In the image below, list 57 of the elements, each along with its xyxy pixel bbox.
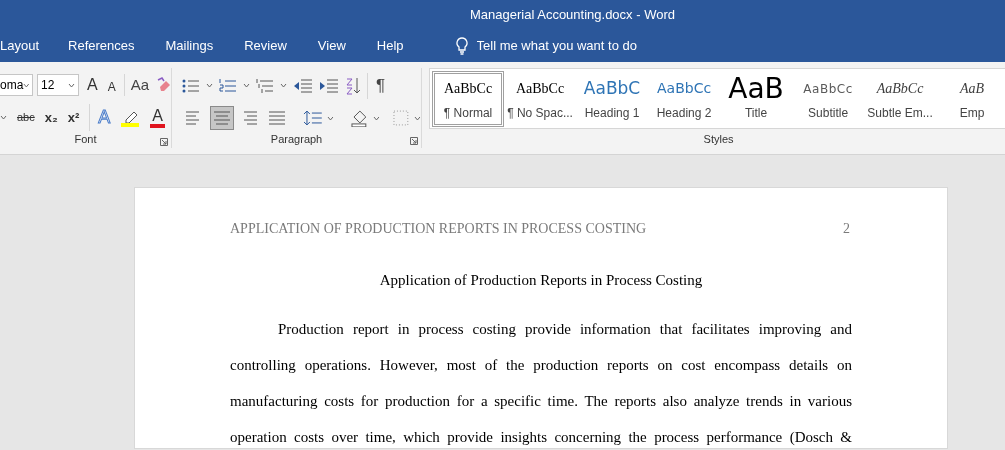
search-field[interactable]: Tell me what you want to do <box>476 36 677 56</box>
superscript-button[interactable]: x² <box>67 107 80 128</box>
style-option[interactable]: AaBbCc Subtle Em... <box>864 70 937 127</box>
caret-icon[interactable] <box>326 115 334 121</box>
paragraph-line: controlling operations. However, most of the production reports on cost encompass details on <box>230 355 852 375</box>
paragraph-line: Production report in process costing provide information that facilitates improving and <box>278 319 852 339</box>
dialog-launcher-icon[interactable] <box>160 137 169 146</box>
change-case-button[interactable]: Aa <box>123 73 150 97</box>
menu-tab[interactable]: Mailings <box>163 36 216 56</box>
decrease-indent-icon[interactable] <box>293 77 314 94</box>
numbered-list-icon[interactable] <box>219 77 238 94</box>
style-option[interactable]: AaBbCc ¶ No Spac... <box>504 70 577 127</box>
lightbulb-icon[interactable] <box>454 37 469 55</box>
caret-icon[interactable] <box>23 82 30 88</box>
font-color-button[interactable]: A <box>150 107 165 128</box>
document-title: Application of Production Reports in Process Costing <box>379 272 703 288</box>
group-label: Paragraph <box>270 131 323 147</box>
sort-icon[interactable] <box>345 76 362 95</box>
menu-tab[interactable]: Review <box>242 36 289 56</box>
menu-tab[interactable]: Help <box>374 36 406 56</box>
caret-icon[interactable] <box>414 115 422 121</box>
bullet-list-icon[interactable] <box>182 77 201 94</box>
caret-icon[interactable] <box>206 83 214 89</box>
subscript-button[interactable]: x₂ <box>44 107 58 128</box>
paragraph-line: operation costs over time, which provide insights concerning the process performance (Dosch & <box>230 427 852 447</box>
group-label: Styles <box>703 131 734 147</box>
page-header: APPLICATION OF PRODUCTION REPORTS IN PROCESS COSTING <box>230 220 647 238</box>
multilevel-list-icon[interactable] <box>256 77 275 94</box>
style-option[interactable]: AaB Title <box>720 70 793 127</box>
caret-icon[interactable] <box>373 115 381 121</box>
window-title: Managerial Accounting.docx - Word <box>470 6 675 25</box>
line-spacing-icon[interactable] <box>303 109 323 127</box>
caret-icon[interactable] <box>243 83 251 89</box>
menu-tab[interactable]: View <box>315 36 348 56</box>
paragraph-line: manufacturing costs for production for a specific time. The reports also analyze trends in various <box>230 391 852 411</box>
eraser-icon[interactable] <box>155 77 172 93</box>
menu-tab[interactable]: Layout <box>0 36 40 56</box>
font-size-field[interactable]: 12 <box>37 74 79 96</box>
font-name-field[interactable]: oma <box>0 74 33 96</box>
show-formatting-marks-button[interactable]: ¶ <box>367 73 386 99</box>
style-option[interactable]: AaBbCc Heading 2 <box>648 70 721 127</box>
group-label: Font <box>74 132 97 147</box>
style-option[interactable]: AaBbCc Subtitle <box>792 70 865 127</box>
caret-icon[interactable] <box>0 115 7 120</box>
strikethrough-button[interactable]: abc <box>17 109 35 126</box>
menu-tab[interactable]: References <box>66 36 137 56</box>
grow-font-button[interactable]: A <box>85 73 100 97</box>
align-center-button[interactable] <box>209 106 234 130</box>
shrink-font-button[interactable]: A <box>105 74 118 96</box>
style-option[interactable]: AaB Emp <box>936 70 1005 127</box>
style-option[interactable]: AaBbC Heading 1 <box>576 70 649 127</box>
style-option[interactable]: AaBbCc ¶ Normal <box>432 70 505 127</box>
page-number: 2 <box>843 220 851 238</box>
caret-icon[interactable] <box>280 83 288 89</box>
caret-icon[interactable] <box>68 82 75 88</box>
increase-indent-icon[interactable] <box>319 77 340 94</box>
dialog-launcher-icon[interactable] <box>410 137 419 145</box>
